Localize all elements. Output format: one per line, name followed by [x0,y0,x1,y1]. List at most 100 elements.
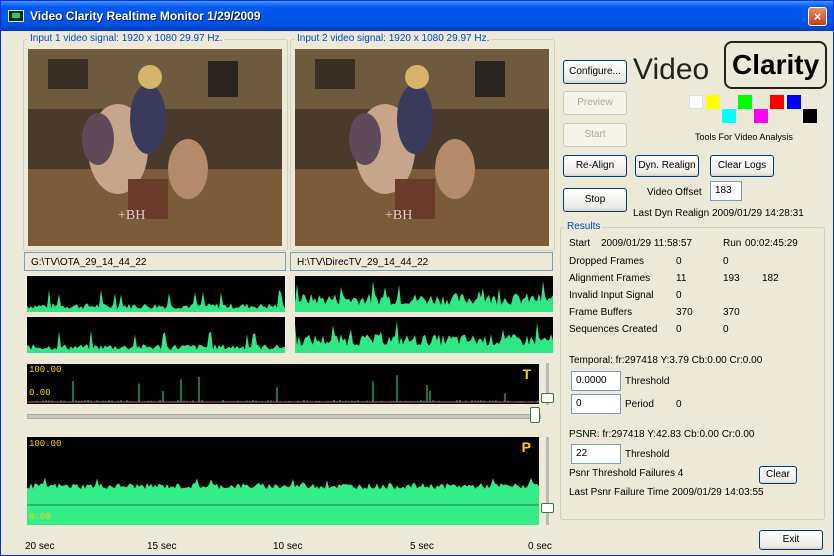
temporal-graph-letter: T [522,366,531,382]
configure-button[interactable]: Configure... [563,60,627,84]
last-dyn-realign-label: Last Dyn Realign [633,208,710,219]
input-1-group: Input 1 video signal: 1920 x 1080 29.97 … [23,33,288,251]
results-row-label: Dropped Frames [569,256,645,267]
period-slider-track [27,414,541,419]
psnr-failures: Psnr Threshold Failures 4 [569,468,684,479]
start-label: Start [569,238,591,249]
temporal-top-label: 100.00 [29,365,62,375]
period-slider-thumb[interactable] [530,407,540,423]
time-tick-5: 5 sec [410,541,434,552]
monitor-app-icon [8,10,24,22]
psnr-threshold-input[interactable]: 22 [571,444,621,464]
results-table: Dropped Frames 0 0 Alignment Frames 11 1… [569,256,819,341]
temporal-graph: 100.00 0.00 T [27,364,539,404]
temporal-threshold-slider[interactable] [541,393,554,403]
input-2-path: H:\TV\DirecTV_29_14_44_22 [290,252,553,271]
logo-word-clarity: Clarity [724,41,828,89]
time-tick-15: 15 sec [147,541,177,552]
results-row: Sequences Created 0 0 [569,324,819,341]
psnr-threshold-label: Threshold [625,449,670,460]
results-row-value-1: 0 [676,290,682,301]
results-row-value-1: 0 [676,256,682,267]
time-tick-0: 0 sec [528,541,552,552]
start-value: 2009/01/29 11:58:57 [601,238,693,249]
period-count: 0 [676,399,682,410]
logo-tagline: Tools For Video Analysis [695,132,793,142]
run-value: 00:02:45:29 [745,238,798,249]
results-row: Invalid Input Signal 0 [569,290,819,307]
temporal-bottom-label: 0.00 [29,388,51,398]
start-button[interactable]: Start [563,123,627,147]
dyn-realign-button[interactable]: Dyn. Realign [635,155,699,177]
input-2-video: +BH [295,49,549,246]
results-row-label: Alignment Frames [569,273,651,284]
results-row-value-2: 0 [723,324,729,335]
stop-button[interactable]: Stop [563,188,627,212]
svg-text:+BH: +BH [385,208,412,223]
exit-button[interactable]: Exit [759,530,823,550]
audio-meter-2b [295,317,553,353]
logo-swatch-yellow [706,95,720,109]
results-row-value-2: 193 [723,273,740,284]
last-dyn-realign-value: 2009/01/29 14:28:31 [712,208,804,219]
results-row-label: Frame Buffers [569,307,633,318]
logo-swatch-black [803,109,817,123]
audio-waveform [295,321,553,353]
clear-logs-button[interactable]: Clear Logs [710,155,774,177]
results-row-value-1: 11 [676,273,687,284]
audio-meter-1b [27,317,285,353]
results-legend: Results [565,221,603,232]
results-row-value-1: 370 [676,307,693,318]
video-offset-input[interactable]: 183 [710,181,742,201]
clear-button[interactable]: Clear [759,466,797,484]
results-row-value-3: 182 [762,273,779,284]
logo-swatch-cyan [722,109,736,123]
input-1-legend: Input 1 video signal: 1920 x 1080 29.97 … [28,33,225,44]
input-1-video-frame: +BH [28,49,282,246]
time-tick-20: 20 sec [25,541,55,552]
results-row-value-2: 0 [723,256,729,267]
results-row: Alignment Frames 11 193 182 [569,273,819,290]
psnr-top-label: 100.00 [29,439,62,449]
realign-button[interactable]: Re-Align [563,155,627,177]
video-offset-label: Video Offset [647,187,702,198]
preview-button[interactable]: Preview [563,91,627,115]
psnr-graph-letter: P [521,439,531,455]
logo-word-video: Video [633,53,710,86]
results-row-value-1: 0 [676,324,682,335]
audio-waveform [295,280,553,312]
audio-meter-2a [295,276,553,312]
results-row-label: Invalid Input Signal [569,290,654,301]
results-row-value-2: 370 [723,307,740,318]
results-row-label: Sequences Created [569,324,658,335]
logo-swatch-blue [787,95,801,109]
audio-waveform [27,289,285,312]
results-group: Results Start 2009/01/29 11:58:57 Run 00… [560,221,825,520]
logo-swatch-green [738,95,752,109]
time-tick-10: 10 sec [273,541,303,552]
logo-swatch-red [770,95,784,109]
psnr-threshold-slider[interactable] [541,503,554,513]
logo-swatch-white [689,95,703,109]
period-input[interactable]: 0 [571,394,621,414]
run-label: Run [723,238,742,249]
results-row: Dropped Frames 0 0 [569,256,819,273]
window-title: Video Clarity Realtime Monitor 1/29/2009 [30,9,261,23]
period-label: Period [625,399,654,410]
last-psnr-failure: Last Psnr Failure Time 2009/01/29 14:03:… [569,487,764,498]
psnr-area [27,477,539,525]
psnr-bottom-label: 0.00 [29,512,51,522]
close-button[interactable]: × [808,7,827,26]
temporal-threshold-label: Threshold [625,376,670,387]
audio-meter-1a [27,276,285,312]
input-2-group: Input 2 video signal: 1920 x 1080 29.97 … [290,33,555,251]
psnr-graph: 100.00 0.00 P [27,437,539,525]
temporal-stats: Temporal: fr:297418 Y:3.79 Cb:0.00 Cr:0.… [569,355,763,366]
title-bar[interactable]: Video Clarity Realtime Monitor 1/29/2009… [1,1,833,31]
logo-swatch-magenta [754,109,768,123]
temporal-threshold-input[interactable]: 0.0000 [571,371,621,391]
main-window: Video Clarity Realtime Monitor 1/29/2009… [0,0,834,556]
input-2-video-frame: +BH [295,49,549,246]
psnr-trace [27,477,539,525]
psnr-stats: PSNR: fr:297418 Y:42.83 Cb:0.00 Cr:0.00 [569,429,755,440]
